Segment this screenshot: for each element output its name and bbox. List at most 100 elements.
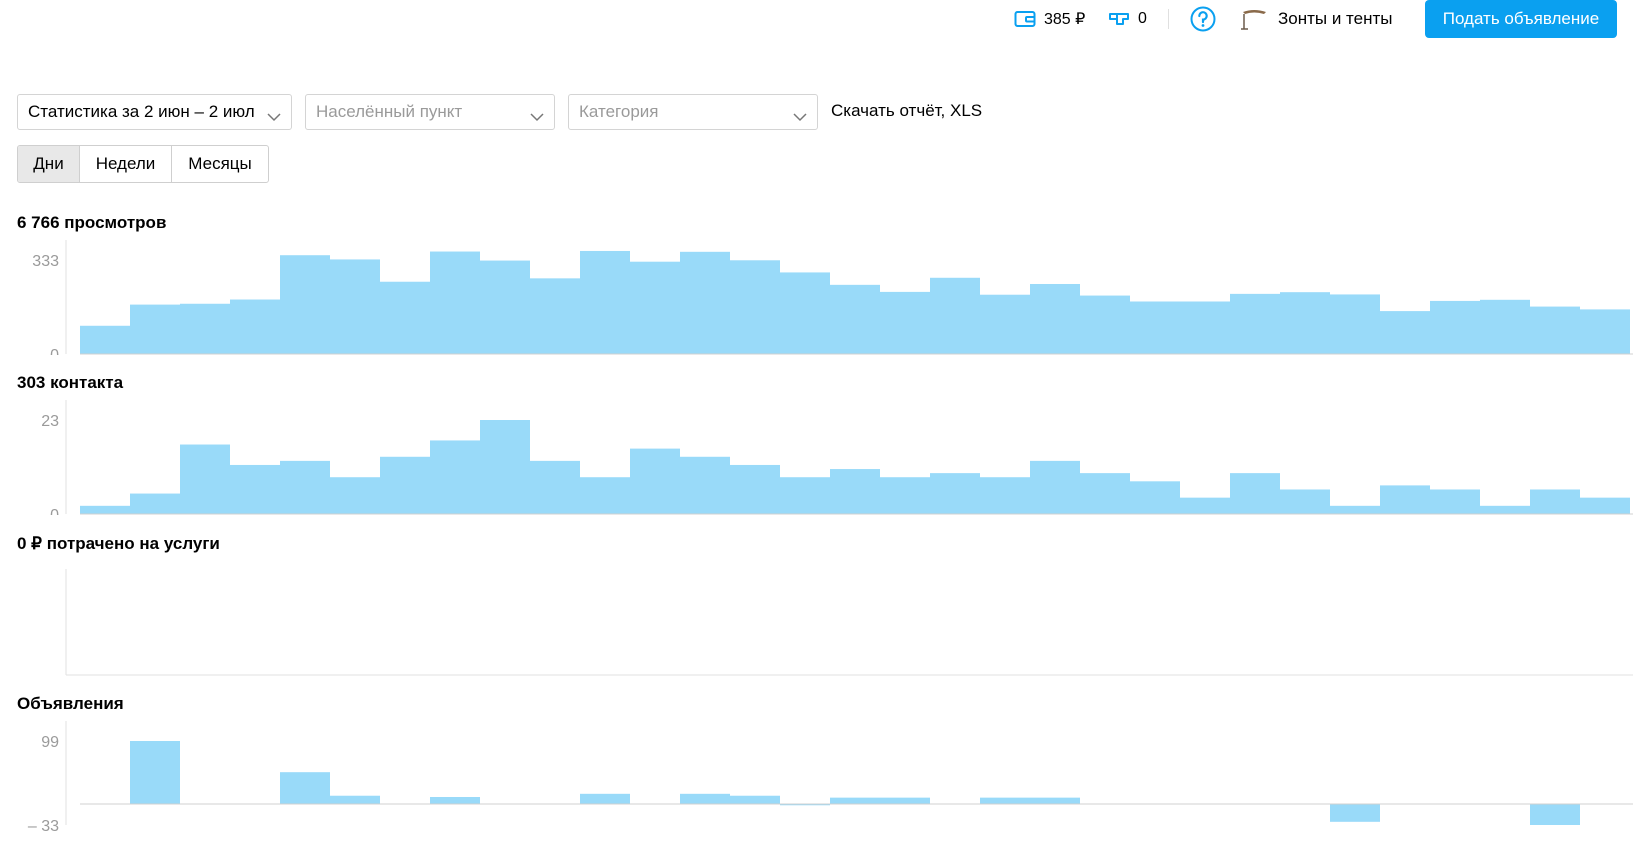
bar: [930, 473, 980, 514]
bar: [880, 291, 930, 354]
bar: [1280, 489, 1330, 514]
ads-title: Объявления: [17, 694, 124, 713]
city-placeholder: Населённый пункт: [316, 102, 463, 121]
bar: [1330, 294, 1380, 354]
y-tick-label: – 33: [28, 818, 59, 835]
bar: [280, 460, 330, 514]
bar: [730, 260, 780, 354]
bar: [1180, 497, 1230, 514]
wallet-icon: [1014, 10, 1036, 28]
download-report-link[interactable]: Скачать отчёт, XLS: [831, 101, 982, 121]
post-ad-button[interactable]: Подать объявление: [1425, 0, 1617, 38]
views-chart: 333 0: [32, 240, 1633, 355]
y-tick-label: 99: [41, 734, 59, 751]
bar: [230, 299, 280, 354]
bar: [380, 456, 430, 514]
bar: [1230, 293, 1280, 354]
bar: [1580, 497, 1630, 514]
bar: [1480, 299, 1530, 354]
bar: [1280, 292, 1330, 354]
granularity-months[interactable]: Месяцы: [172, 146, 268, 182]
bar: [680, 456, 730, 514]
bar: [1380, 485, 1430, 514]
help-icon: [1190, 6, 1216, 32]
bar: [830, 284, 880, 354]
ads-chart: 99 – 33: [28, 721, 1633, 835]
views-title: 6 766 просмотров: [17, 213, 167, 232]
bar: [980, 477, 1030, 514]
spent-chart: [65, 569, 1633, 676]
bar: [1430, 300, 1480, 354]
period-value: Статистика за 2 июн – 2 июл: [28, 102, 255, 121]
bar: [180, 303, 230, 354]
wallet-amount: 385 ₽: [1044, 11, 1086, 28]
bar: [1080, 295, 1130, 354]
bar: [680, 251, 730, 354]
bar: [730, 795, 780, 804]
category-select[interactable]: Категория: [568, 94, 818, 130]
bar: [1430, 489, 1480, 514]
category-placeholder: Категория: [579, 102, 659, 121]
bonus-amount: 0: [1138, 10, 1147, 27]
bar: [430, 251, 480, 354]
bar: [130, 493, 180, 514]
bar: [230, 464, 280, 514]
city-select[interactable]: Населённый пункт: [305, 94, 555, 130]
bar: [1130, 481, 1180, 514]
bar: [1030, 283, 1080, 354]
spent-title: 0 ₽ потрачено на услуги: [17, 534, 220, 553]
contacts-title: 303 контакта: [17, 373, 124, 392]
bar: [330, 795, 380, 804]
bar: [1130, 301, 1180, 354]
chevron-down-icon: [793, 107, 807, 127]
bar: [80, 325, 130, 354]
bar: [1080, 473, 1130, 514]
bar: [1480, 505, 1530, 514]
bar: [530, 278, 580, 354]
bar: [1230, 473, 1280, 514]
bonus-icon: [1108, 10, 1130, 28]
bar: [380, 281, 430, 354]
bar: [830, 469, 880, 514]
shop-name: Зонты и тенты: [1278, 9, 1393, 28]
bar: [780, 272, 830, 354]
bar: [1330, 505, 1380, 514]
bar: [530, 460, 580, 514]
top-bar: 385 ₽ 0 Зонты и тенты Подать объявление: [0, 0, 1633, 40]
bar: [630, 261, 680, 354]
bar: [1580, 309, 1630, 354]
header-divider: [1168, 9, 1169, 29]
shop-profile[interactable]: Зонты и тенты: [1240, 7, 1393, 31]
bar: [180, 444, 230, 514]
bar: [580, 793, 630, 804]
bar: [280, 255, 330, 354]
bar: [130, 304, 180, 354]
bar: [1330, 804, 1380, 822]
bar: [80, 505, 130, 514]
bar: [1030, 797, 1080, 804]
contacts-chart: 23 0: [41, 400, 1633, 515]
bar: [930, 277, 980, 354]
bar: [430, 797, 480, 804]
bar: [330, 259, 380, 354]
granularity-weeks[interactable]: Недели: [80, 146, 172, 182]
bar: [1530, 306, 1580, 354]
bar: [630, 448, 680, 514]
granularity-days[interactable]: Дни: [18, 146, 80, 182]
bar: [1530, 804, 1580, 825]
help-button[interactable]: [1190, 6, 1216, 32]
y-tick-label: 0: [50, 347, 59, 355]
wallet-balance[interactable]: 385 ₽: [1014, 7, 1085, 31]
y-tick-label: 0: [50, 507, 59, 515]
bar: [980, 294, 1030, 354]
bar: [730, 464, 780, 514]
bar: [280, 772, 330, 804]
y-tick-label: 333: [32, 253, 59, 270]
period-select[interactable]: Статистика за 2 июн – 2 июл: [17, 94, 292, 130]
bar: [830, 797, 880, 804]
bonus-balance[interactable]: 0: [1108, 7, 1147, 31]
bar: [330, 477, 380, 514]
bar: [780, 477, 830, 514]
bar: [980, 797, 1030, 804]
umbrella-icon: [1240, 7, 1268, 31]
